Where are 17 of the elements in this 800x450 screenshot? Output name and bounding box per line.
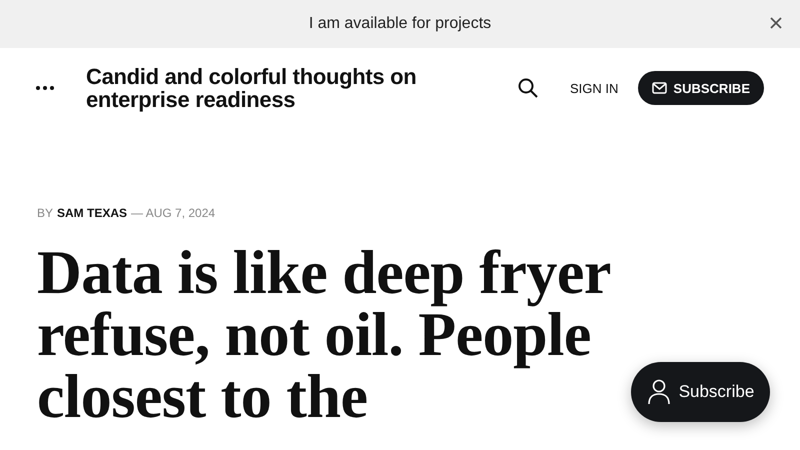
search-button[interactable] xyxy=(518,78,538,98)
person-icon xyxy=(646,379,671,405)
subscribe-button[interactable]: SUBSCRIBE xyxy=(638,71,764,105)
announcement-text: I am available for projects xyxy=(308,15,492,33)
more-icon xyxy=(36,86,54,90)
envelope-icon xyxy=(652,82,668,94)
byline-prefix: BY xyxy=(37,206,54,220)
menu-button[interactable] xyxy=(36,86,54,90)
sign-in-link[interactable]: SIGN IN xyxy=(570,80,618,96)
author-link[interactable]: SAM TEXAS xyxy=(57,206,128,220)
floating-subscribe-button[interactable]: Subscribe xyxy=(631,362,770,422)
search-icon xyxy=(518,78,538,98)
close-button[interactable] xyxy=(770,17,782,29)
publish-date: — AUG 7, 2024 xyxy=(131,206,216,220)
site-title[interactable]: Candid and colorful thoughts on enterprise readiness xyxy=(86,65,486,111)
close-icon xyxy=(770,17,782,29)
article-title: Data is like deep fryer refuse, not oil. People closest to the xyxy=(37,242,611,428)
